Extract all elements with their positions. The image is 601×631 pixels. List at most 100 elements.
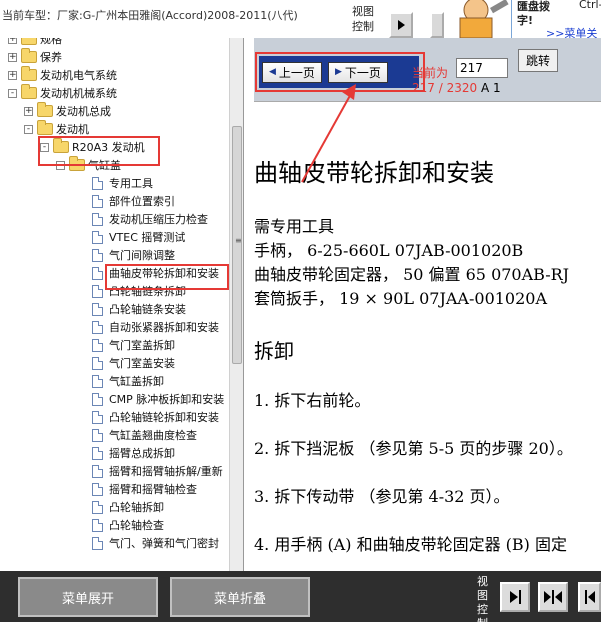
doc-section-tools: 需专用工具 [254, 217, 335, 236]
promo-text-2: 字! [517, 14, 534, 27]
folder-icon [21, 84, 37, 99]
document-icon [92, 392, 103, 406]
tree-folder-item[interactable]: + 发动机电气系统 [8, 66, 117, 84]
tree-doc-item[interactable]: 气缸盖拆卸 [92, 372, 164, 390]
document-icon [92, 230, 103, 244]
document-icon [92, 500, 103, 514]
tree-item-label: 气门室盖拆卸 [109, 339, 175, 352]
document-icon [92, 428, 103, 442]
tree-doc-item[interactable]: 凸轮轴检查 [92, 516, 164, 534]
view-left-button-bottom[interactable] [578, 582, 601, 612]
tree-item-label: 气门、弹簧和气门密封 [109, 537, 219, 550]
tree-doc-item[interactable]: 气缸盖翘曲度检查 [92, 426, 197, 444]
view-control-label-bottom: 视图控制 [477, 575, 488, 630]
tree-item-label: 摇臂和摇臂轴拆解/重新 [109, 465, 223, 478]
menu-collapse-button[interactable]: 菜单折叠 [170, 577, 310, 617]
tree-doc-item[interactable]: 气门间隙调整 [92, 246, 175, 264]
tree-doc-item[interactable]: CMP 脉冲板拆卸和安装 [92, 390, 224, 408]
tree-doc-item[interactable]: 部件位置索引 [92, 192, 175, 210]
tree-item-label: 凸轮轴链轮拆卸和安装 [109, 411, 219, 424]
arrow-right-icon [398, 20, 405, 30]
tree-doc-item[interactable]: 凸轮轴拆卸 [92, 498, 164, 516]
top-bar: 当前车型：厂家:G-广州本田雅阁(Accord)2008-2011(八代) 视图… [0, 0, 601, 40]
folder-icon [37, 120, 53, 135]
annotation-arrow-icon [301, 84, 356, 183]
tree-folder-item[interactable]: + 发动机总成 [24, 102, 111, 120]
tree-folder-item[interactable]: + 保养 [8, 48, 62, 66]
promo-text-1b: Ctrl- [579, 0, 601, 11]
folder-icon [21, 48, 37, 63]
tree-doc-item[interactable]: 摇臂和摇臂轴拆解/重新 [92, 462, 223, 480]
page-count: 217 / 2320 A 1 [412, 81, 501, 95]
tree-item-label: 摇臂总成拆卸 [109, 447, 175, 460]
document-icon [92, 248, 103, 262]
tree-item-label: 发动机电气系统 [40, 69, 117, 82]
document-icon [92, 482, 103, 496]
sidebar-scrollbar[interactable]: ≡ [229, 38, 243, 571]
document-icon [92, 284, 103, 298]
tree-folder-item[interactable]: - 发动机机械系统 [8, 84, 117, 102]
doc-step: 1. 拆下右前轮。 [254, 391, 371, 410]
document-icon [92, 374, 103, 388]
folder-icon [37, 102, 53, 117]
doc-step: 4. 用手柄 (A) 和曲轴皮带轮固定器 (B) 固定 [254, 535, 567, 554]
sidebar-tree: + 规格 + 保养 + 发动机电气系统 - 发动机机械系统 + 发动机总成 - 发动机 - R20A3 发… [0, 38, 244, 571]
document-icon [92, 266, 103, 280]
arrow-right-icon: ▶ [334, 67, 342, 77]
split-icon [544, 590, 562, 604]
tree-doc-item[interactable]: 发动机压缩压力检查 [92, 210, 208, 228]
document-icon [92, 536, 103, 550]
expand-icon[interactable]: + [24, 106, 33, 116]
document-icon [92, 464, 103, 478]
tree-item-label: 凸轮轴检查 [109, 519, 164, 532]
tree-item-label: 气缸盖翘曲度检查 [109, 429, 197, 442]
view-left-button[interactable] [389, 12, 413, 38]
tree-item-label: VTEC 摇臂测试 [109, 231, 186, 244]
tree-item-label: 发动机总成 [56, 105, 111, 118]
expand-icon[interactable]: + [8, 52, 17, 62]
document-icon [92, 338, 103, 352]
menu-expand-button[interactable]: 菜单展开 [18, 577, 158, 617]
collapse-icon[interactable]: - [24, 124, 33, 134]
arrow-right-icon [510, 590, 521, 604]
tree-item-label: 气缸盖拆卸 [109, 375, 164, 388]
jump-button[interactable]: 跳转 [518, 49, 558, 72]
view-split-button[interactable] [430, 12, 444, 38]
collapse-icon[interactable]: - [8, 88, 17, 98]
expand-icon[interactable]: + [8, 38, 17, 44]
tree-doc-item[interactable]: 凸轮轴链轮拆卸和安装 [92, 408, 219, 426]
document-icon [92, 176, 103, 190]
view-split-button-bottom[interactable] [538, 582, 568, 612]
doc-step: 2. 拆下挡泥板 （参见第 5-5 页的步骤 20）。 [254, 439, 573, 458]
page-number-input[interactable]: 217 [456, 58, 508, 78]
expand-icon[interactable]: + [8, 70, 17, 80]
view-right-button[interactable] [500, 582, 530, 612]
tree-doc-item[interactable]: 气门室盖拆卸 [92, 336, 175, 354]
arrow-left-icon: ◀ [269, 67, 276, 77]
document-icon [92, 446, 103, 460]
view-control-label: 视图控制 [352, 5, 374, 33]
tree-doc-item[interactable]: 气门室盖安装 [92, 354, 175, 372]
arrow-left-icon [584, 590, 595, 604]
doc-section-removal: 拆卸 [254, 339, 294, 363]
doc-tool-line: 手柄， 6-25-660L 07JAB-001020B [254, 241, 524, 260]
tree-doc-item[interactable]: 自动张紧器拆卸和安装 [92, 318, 219, 336]
tree-doc-item[interactable]: 摇臂和摇臂轴检查 [92, 480, 197, 498]
document-icon [92, 320, 103, 334]
tree-doc-item[interactable]: 专用工具 [92, 174, 153, 192]
tree-doc-item[interactable]: 摇臂总成拆卸 [92, 444, 175, 462]
tree-folder-item[interactable]: + 规格 [8, 38, 62, 48]
tree-item-label: 气门室盖安装 [109, 357, 175, 370]
document-icon [92, 410, 103, 424]
tree-item-label: 专用工具 [109, 177, 153, 190]
folder-icon [21, 38, 37, 45]
tree-doc-item[interactable]: VTEC 摇臂测试 [92, 228, 185, 246]
scrollbar-grip-icon: ≡ [235, 236, 242, 245]
tree-item-label: 发动机压缩压力检查 [109, 213, 208, 226]
scrollbar-thumb[interactable]: ≡ [232, 126, 242, 364]
tree-doc-item[interactable]: 凸轮轴链条安装 [92, 300, 186, 318]
tree-doc-item[interactable]: 气门、弹簧和气门密封 [92, 534, 219, 552]
tree-item-label: 凸轮轴链条安装 [109, 303, 186, 316]
highlight-box-pulley [105, 264, 229, 290]
document-icon [92, 194, 103, 208]
